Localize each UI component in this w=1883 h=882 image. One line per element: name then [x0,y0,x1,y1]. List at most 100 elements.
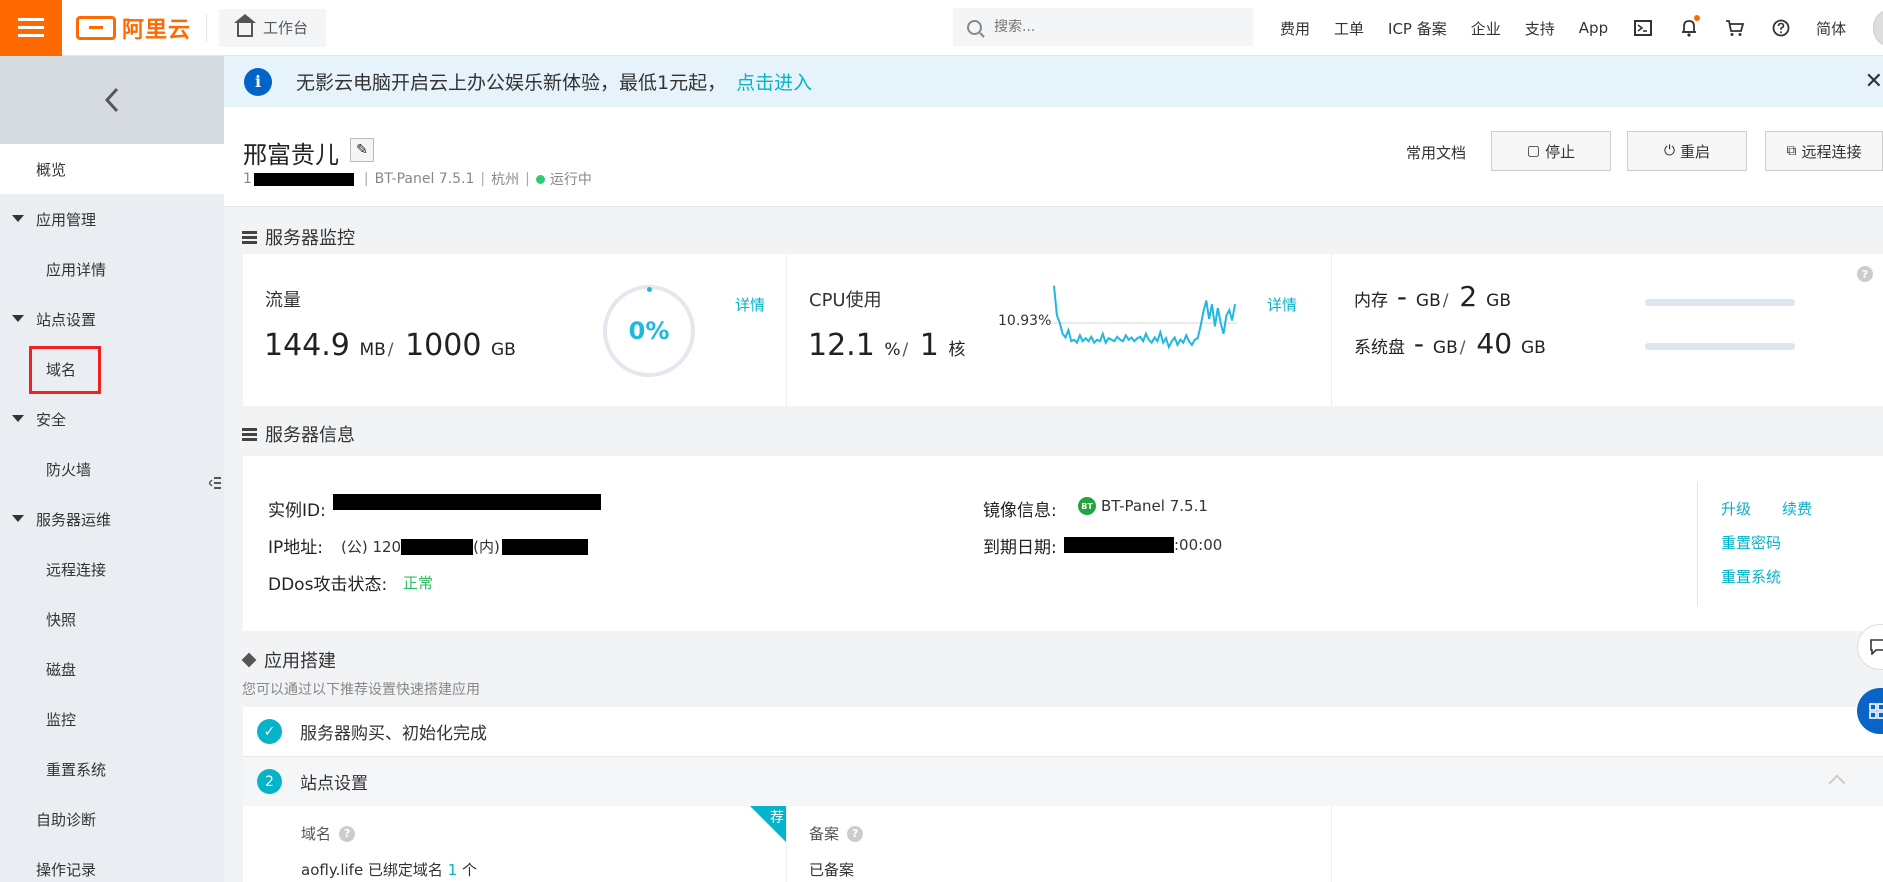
search-input[interactable] [994,19,1214,35]
instance-image: BT-Panel 7.5.1 [374,171,475,187]
aliyun-logo-mark [76,15,116,40]
nav-enterprise[interactable]: 企业 [1471,18,1501,39]
reset-password-link[interactable]: 重置密码 [1721,532,1781,553]
ddos-label: DDos攻击状态: [268,575,388,595]
restart-button[interactable]: ⏻ 重启 [1627,131,1747,171]
sidebar-item-snapshot[interactable]: 快照 [0,594,224,644]
notice-banner: i 无影云电脑开启云上办公娱乐新体验，最低1元起， 点击进入 ✕ [224,56,1883,107]
redacted-block [333,494,601,510]
sidebar-item-remote-connect[interactable]: 远程连接 [0,544,224,594]
icp-label: 备案? [809,823,864,844]
notice-link[interactable]: 点击进入 [736,68,812,95]
disk-value: 系统盘 - GB/ 40 GB [1354,327,1546,360]
renew-link[interactable]: 续费 [1782,498,1812,519]
cpu-value: 12.1 %/ 1 核 [808,328,966,363]
stop-button[interactable]: ▢ 停止 [1491,131,1611,171]
traffic-panel: 流量 144.9 MB/ 1000 GB 0% 详情 [243,254,787,406]
check-icon: ✓ [257,719,282,744]
caret-down-icon [12,415,24,422]
sidebar-item-operation-log[interactable]: 操作记录 [0,844,224,882]
sidebar-item-disk[interactable]: 磁盘 [0,644,224,694]
recommend-tag-label: 荐 [770,810,784,826]
traffic-label: 流量 [265,290,301,311]
cpu-detail-link[interactable]: 详情 [1267,294,1297,315]
nav-app[interactable]: App [1579,19,1608,37]
resource-panel: 内存 - GB/ 2 GB 系统盘 - GB/ 40 GB ? [1332,254,1883,406]
icp-value: 已备案 [809,861,855,879]
status-badge: 运行中 [549,172,592,188]
instance-id-label: 实例ID: [268,501,326,521]
step-site-settings[interactable]: 2 站点设置 [243,757,1883,807]
sidebar-group-security[interactable]: 安全 [0,394,224,444]
notification-dot [1694,15,1701,21]
help-icon[interactable]: ? [339,825,356,842]
caret-down-icon [12,215,24,222]
redacted-block [401,538,474,555]
bell-icon[interactable] [1678,15,1701,39]
hamburger-menu-button[interactable] [0,0,62,56]
ip-value: (公) 120 (内) [341,536,588,557]
expire-label: 到期日期: [983,538,1057,558]
top-nav: 费用 工单 ICP 备案 企业 支持 App 简体 [1280,0,1870,56]
sidebar-group-app-management[interactable]: 应用管理 [0,194,224,244]
edit-icon[interactable]: ✎ [350,138,374,162]
step-server-ready[interactable]: ✓ 服务器购买、初始化完成 [243,707,1883,757]
traffic-detail-link[interactable]: 详情 [735,294,765,315]
menu-icon [18,17,44,38]
sidebar-group-site-settings[interactable]: 站点设置 [0,294,224,344]
domain-panel: 域名? aofly.life 已绑定域名 1 个 荐 [243,806,787,882]
instance-header: 邢富贵儿 ✎ 1 | BT-Panel 7.5.1 | 杭州 | 运行中 常用文… [224,107,1883,207]
help-icon[interactable] [1770,17,1792,39]
remote-connect-button[interactable]: ⧉ 远程连接 [1765,131,1883,171]
back-button[interactable] [0,56,224,144]
sidebar-item-self-diagnosis[interactable]: 自助诊断 [0,794,224,844]
sidebar-group-server-ops[interactable]: 服务器运维 [0,494,224,544]
terminal-icon[interactable] [1632,17,1654,39]
status-dot [535,174,545,184]
nav-support[interactable]: 支持 [1525,18,1555,39]
feedback-icon [1870,639,1883,655]
power-icon: ⏻ [1663,143,1676,159]
sidebar-item-firewall[interactable]: 防火墙 [0,444,224,494]
reset-system-link[interactable]: 重置系统 [1721,566,1781,587]
sidebar-item-monitor[interactable]: 监控 [0,694,224,744]
sidebar-item-reset-system[interactable]: 重置系统 [0,744,224,794]
monitor-section-title: 服务器监控 [242,224,355,250]
cpu-sparkline [1052,285,1237,350]
sidebar-item-overview[interactable]: 概览 [0,144,224,194]
caret-down-icon [12,315,24,322]
nav-ticket[interactable]: 工单 [1334,18,1364,39]
nav-icp[interactable]: ICP 备案 [1388,18,1447,39]
server-list-icon [242,427,257,441]
nav-billing[interactable]: 费用 [1280,18,1310,39]
domain-label: 域名? [301,823,356,844]
global-search[interactable] [953,8,1253,46]
cube-icon [241,652,257,668]
memory-value: 内存 - GB/ 2 GB [1354,280,1511,313]
cart-icon[interactable] [1724,17,1746,39]
info-icon: i [244,67,272,96]
workbench-label: 工作台 [263,19,309,37]
common-docs-link[interactable]: 常用文档 [1406,142,1466,163]
highlight-box [29,346,101,394]
home-icon [234,13,256,37]
close-icon[interactable]: ✕ [1865,69,1883,94]
help-icon[interactable]: ? [1857,266,1873,282]
search-icon [967,19,982,35]
collapse-list-icon [209,477,221,489]
aliyun-logo[interactable]: 阿里云 [76,12,196,44]
redacted-block [253,172,354,186]
language-switch[interactable]: 简体 [1816,18,1846,39]
chevron-up-icon[interactable] [1828,774,1846,792]
sidebar-collapse-handle[interactable] [206,460,224,506]
server-list-icon [242,230,257,244]
help-icon[interactable]: ? [847,825,864,842]
sidebar-item-app-detail[interactable]: 应用详情 [0,244,224,294]
app-build-section-title: 应用搭建 [241,647,336,673]
redacted-block [1064,537,1174,553]
memory-usage-bar [1645,299,1795,306]
redacted-block [501,538,588,555]
upgrade-link[interactable]: 升级 [1721,498,1751,519]
workbench-button[interactable]: 工作台 [219,8,327,47]
brand-name: 阿里云 [122,17,192,43]
